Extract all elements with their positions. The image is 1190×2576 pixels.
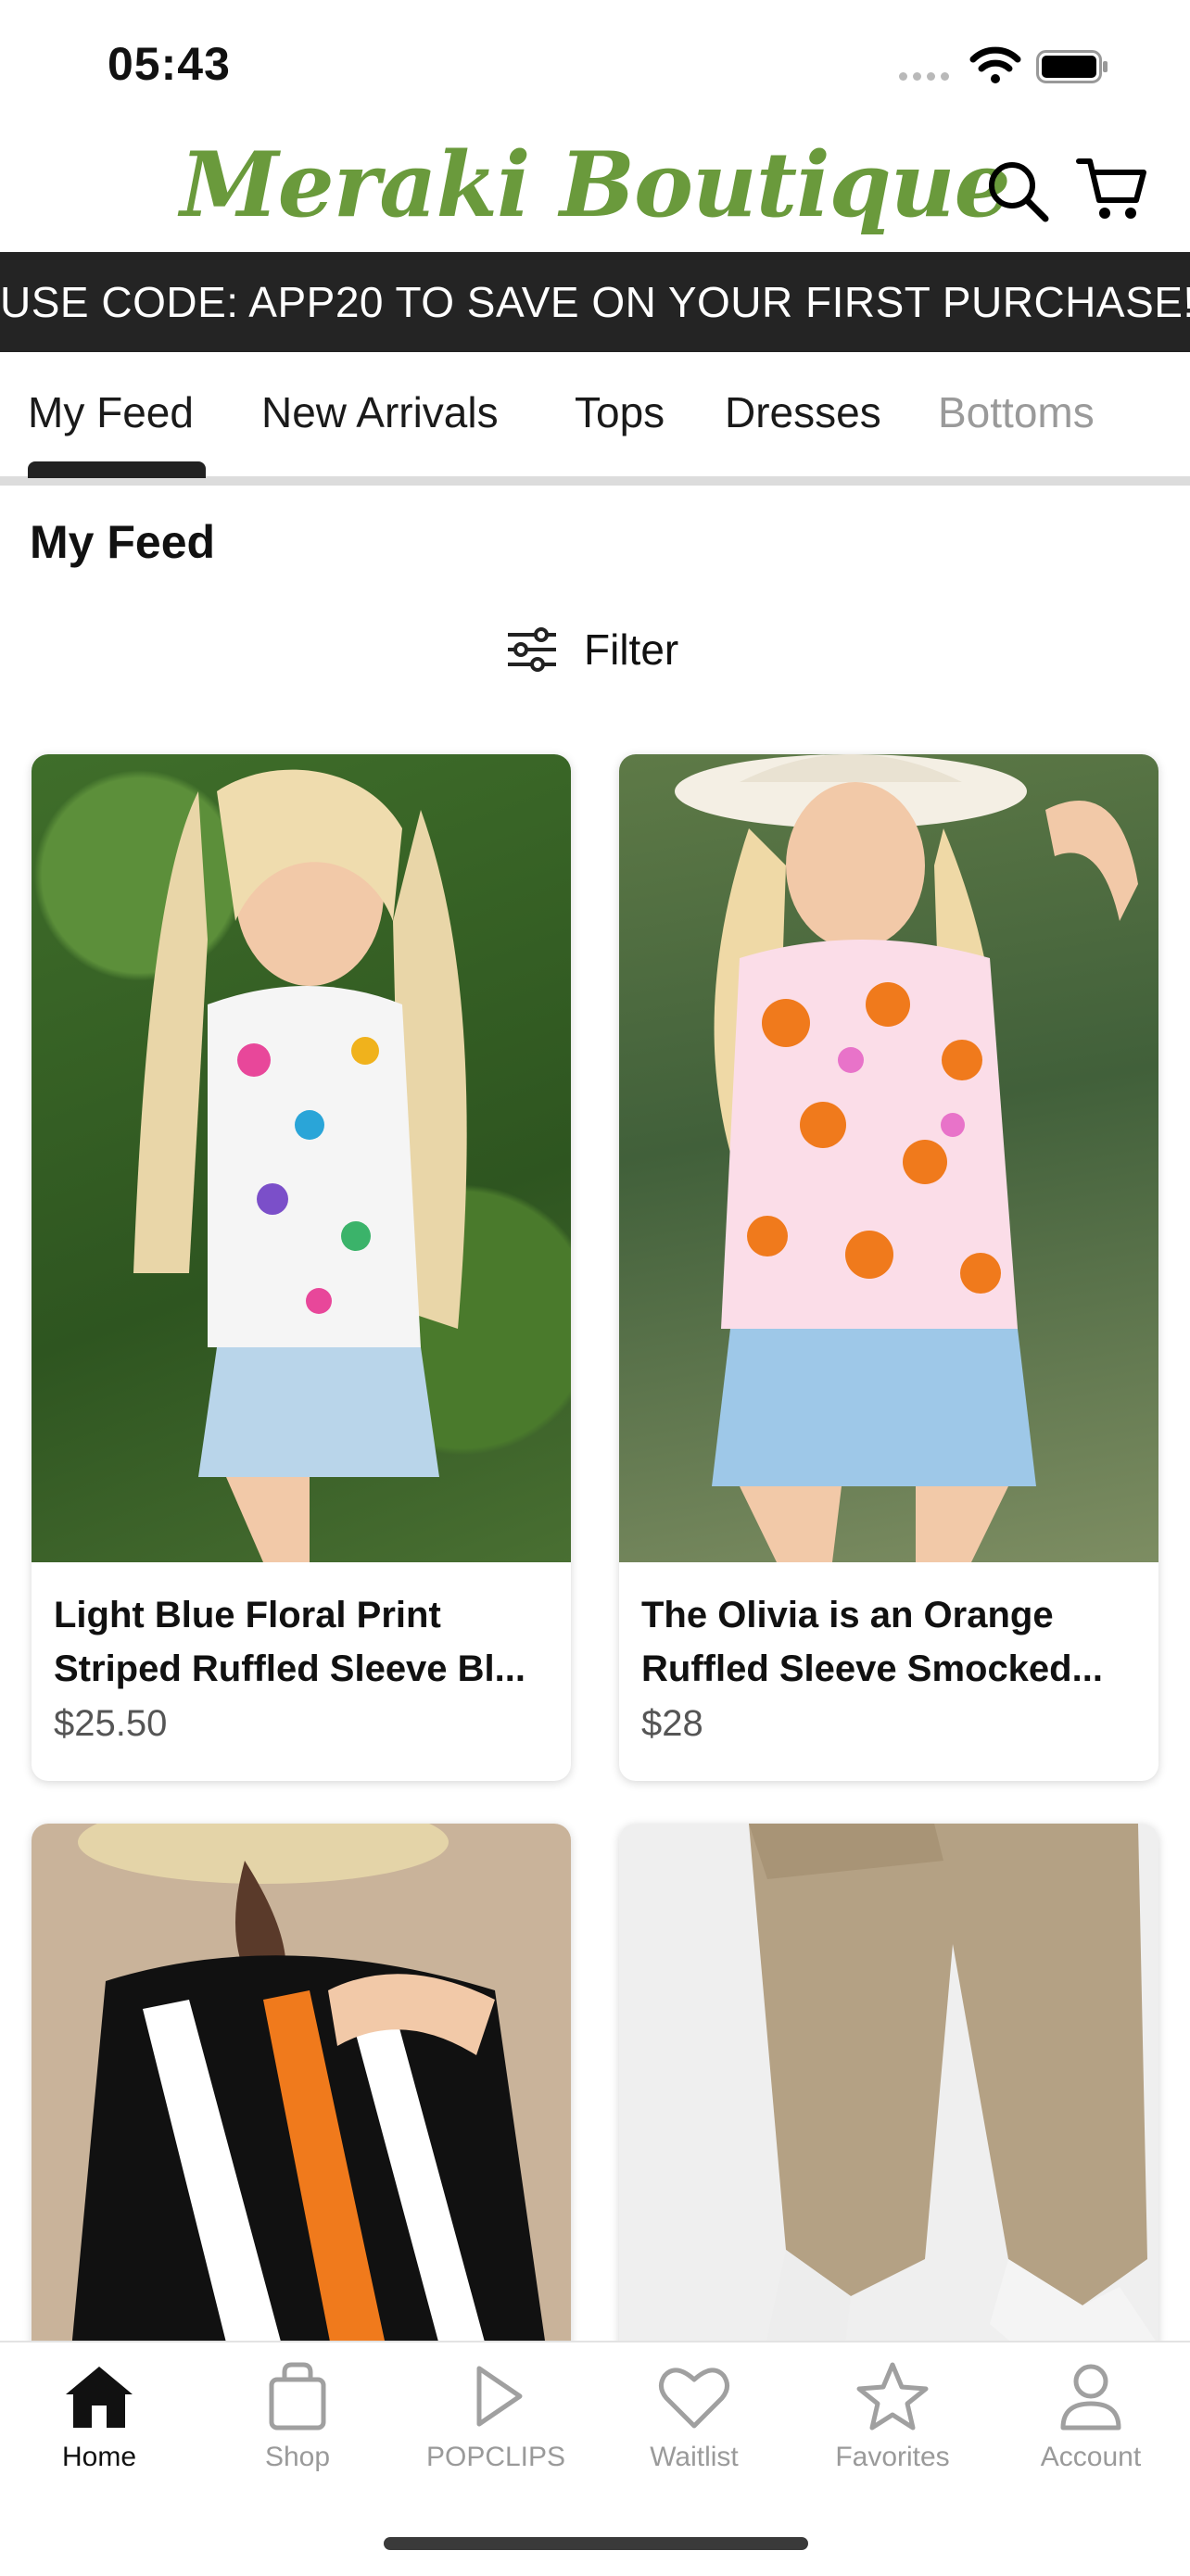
person-icon — [1060, 2364, 1121, 2431]
product-image[interactable] — [619, 1824, 1158, 2380]
nav-account[interactable]: Account — [992, 2361, 1190, 2473]
selected-tab-indicator — [28, 461, 206, 478]
nav-waitlist[interactable]: Waitlist — [595, 2361, 793, 2473]
category-tabs: My Feed New Arrivals Tops Dresses Bottom… — [0, 352, 1190, 478]
heart-icon — [659, 2368, 729, 2429]
filter-sliders-icon — [508, 627, 556, 672]
wifi-icon — [969, 46, 1021, 83]
nav-home[interactable]: Home — [0, 2361, 198, 2473]
nav-label: Account — [1040, 2442, 1142, 2472]
cellular-signal-icon — [899, 72, 949, 81]
product-image[interactable] — [32, 1824, 571, 2380]
product-title[interactable]: Light Blue Floral Print Striped Ruffled … — [54, 1588, 554, 1696]
filter-button[interactable]: Filter — [506, 617, 678, 682]
cart-icon[interactable] — [1075, 152, 1149, 226]
nav-popclips[interactable]: POPCLIPS — [397, 2361, 595, 2473]
play-icon — [476, 2366, 523, 2427]
product-title-line: Light Blue Floral Print — [54, 1595, 441, 1635]
product-card[interactable]: Light Blue Floral Print Striped Ruffled … — [32, 754, 571, 1781]
nav-label: Favorites — [835, 2442, 950, 2472]
filter-label: Filter — [584, 625, 679, 674]
product-title-line: Ruffled Sleeve Smocked... — [641, 1648, 1103, 1689]
product-card[interactable] — [619, 1824, 1158, 2380]
product-title-line: Striped Ruffled Sleeve Bl... — [54, 1648, 526, 1689]
tab-new-arrivals[interactable]: New Arrivals — [261, 387, 499, 437]
page-title: My Feed — [30, 516, 216, 568]
home-indicator[interactable] — [384, 2537, 808, 2550]
logo-text: Meraki Boutique — [180, 133, 1010, 237]
nav-label: POPCLIPS — [425, 2442, 566, 2472]
nav-favorites[interactable]: Favorites — [793, 2361, 992, 2473]
product-photo-illustration — [749, 1824, 1157, 2380]
promo-banner[interactable]: USE CODE: APP20 TO SAVE ON YOUR FIRST PU… — [0, 252, 1190, 352]
tab-bottoms[interactable]: Bottoms — [938, 387, 1095, 437]
tab-tops[interactable]: Tops — [575, 387, 665, 437]
nav-label: Shop — [264, 2442, 331, 2472]
home-icon — [66, 2367, 133, 2428]
bag-icon — [269, 2362, 326, 2431]
nav-label: Home — [61, 2442, 137, 2472]
product-price: $25.50 — [54, 1703, 168, 1744]
product-image[interactable] — [619, 754, 1158, 1562]
tab-dresses[interactable]: Dresses — [725, 387, 881, 437]
product-title[interactable]: The Olivia is an Orange Ruffled Sleeve S… — [641, 1588, 1142, 1696]
product-photo-illustration — [133, 769, 467, 1562]
status-time: 05:43 — [108, 38, 231, 90]
battery-icon — [1036, 50, 1108, 83]
product-photo-illustration — [69, 1824, 551, 2380]
search-icon[interactable] — [984, 158, 1051, 224]
tab-my-feed[interactable]: My Feed — [28, 387, 194, 437]
product-title-line: The Olivia is an Orange — [641, 1595, 1054, 1635]
product-price: $28 — [641, 1703, 703, 1744]
nav-label: Waitlist — [650, 2442, 739, 2472]
product-card[interactable]: The Olivia is an Orange Ruffled Sleeve S… — [619, 754, 1158, 1781]
product-photo-illustration — [675, 754, 1138, 1562]
nav-shop[interactable]: Shop — [198, 2361, 397, 2473]
star-icon — [856, 2362, 929, 2431]
product-image[interactable] — [32, 754, 571, 1562]
product-card[interactable] — [32, 1824, 571, 2380]
